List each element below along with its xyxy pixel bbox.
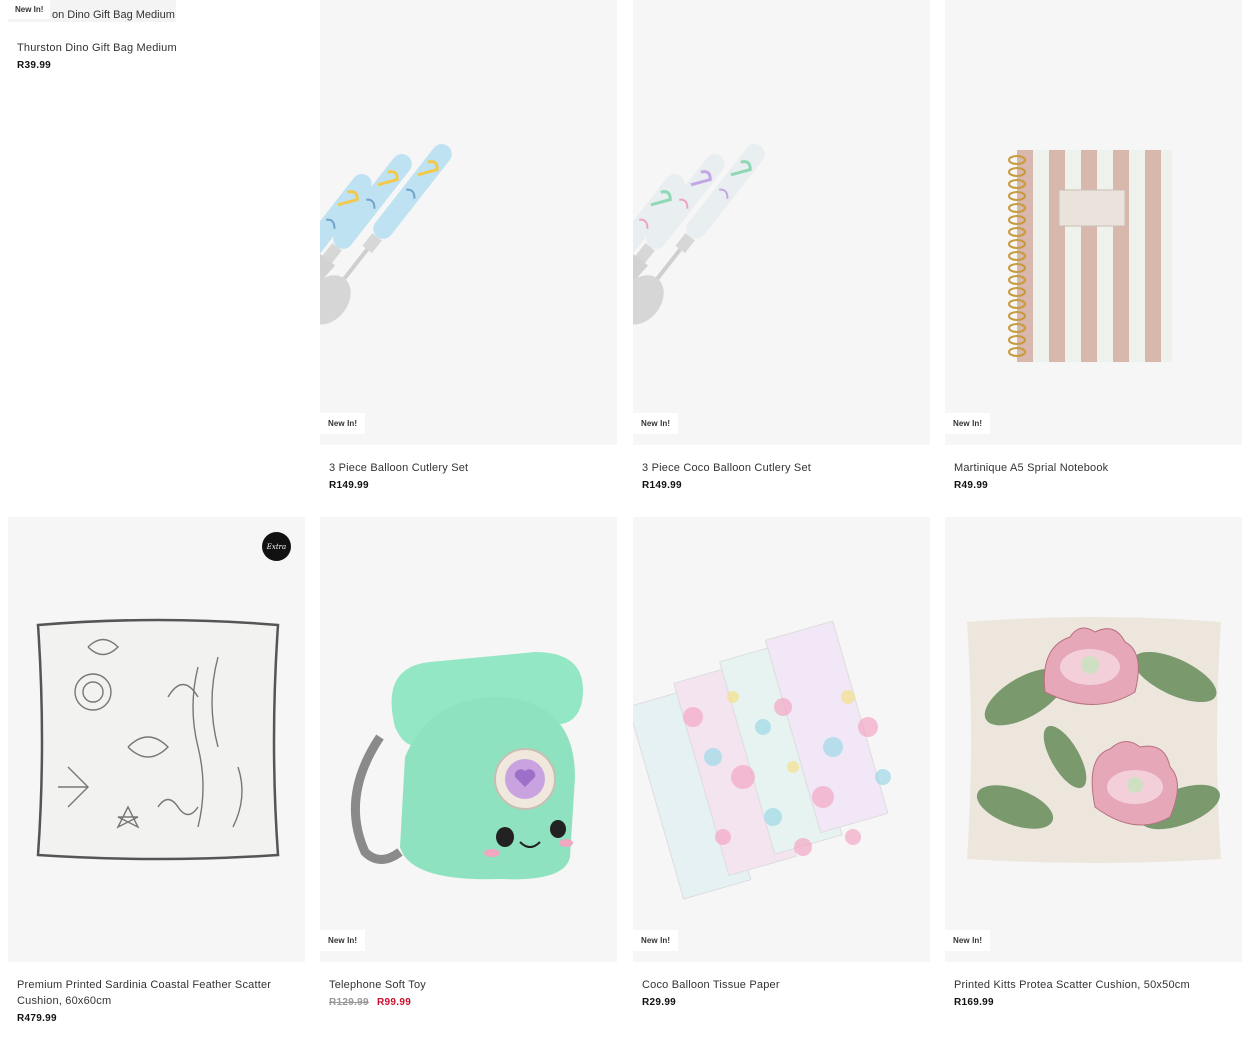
notebook-icon [1008, 150, 1172, 362]
product-title[interactable]: Thurston Dino Gift Bag Medium [17, 40, 297, 56]
new-in-badge: New In! [945, 930, 991, 951]
product-title[interactable]: 3 Piece Balloon Cutlery Set [329, 460, 609, 476]
telephone-toy-icon [350, 652, 584, 880]
product-image[interactable]: New In! [633, 517, 930, 962]
product-price: R29.99 [642, 997, 677, 1008]
product-image[interactable]: New In! [945, 517, 1242, 962]
protea-cushion-icon [967, 617, 1221, 863]
product-title[interactable]: Telephone Soft Toy [329, 977, 609, 993]
product-price: R149.99 [642, 480, 682, 491]
new-in-badge: New In! [945, 413, 991, 434]
new-in-badge: New In! [633, 930, 679, 951]
product-image[interactable]: New In! [320, 517, 617, 962]
new-in-badge: New In! [320, 930, 366, 951]
product-image[interactable]: New In! [945, 0, 1242, 445]
product-price: R49.99 [954, 480, 989, 491]
new-in-badge: New In! [320, 413, 366, 434]
sale-price: R99.99 [377, 997, 412, 1008]
product-image[interactable]: on Dino Gift Bag Medium New In! [8, 0, 176, 22]
product-price: R169.99 [954, 997, 994, 1008]
product-price-container: R129.99 R99.99 [329, 997, 609, 1008]
tissue-paper-icon [633, 620, 891, 900]
image-caption: on Dino Gift Bag Medium [52, 9, 175, 21]
product-price: R149.99 [329, 480, 369, 491]
product-title[interactable]: Coco Balloon Tissue Paper [642, 977, 922, 993]
cutlery-icon [633, 144, 765, 332]
product-title[interactable]: Martinique A5 Sprial Notebook [954, 460, 1234, 476]
product-price: R479.99 [17, 1013, 57, 1024]
extra-badge: Extra [262, 532, 291, 561]
product-image[interactable]: Extra [8, 517, 305, 962]
product-title[interactable]: 3 Piece Coco Balloon Cutlery Set [642, 460, 922, 476]
new-in-badge: New In! [8, 0, 51, 19]
original-price: R129.99 [329, 997, 369, 1008]
product-price: R39.99 [17, 60, 52, 71]
product-title[interactable]: Premium Printed Sardinia Coastal Feather… [17, 977, 297, 1009]
product-image[interactable]: New In! [633, 0, 930, 445]
cushion-icon [36, 618, 280, 861]
product-title[interactable]: Printed Kitts Protea Scatter Cushion, 50… [954, 977, 1234, 993]
new-in-badge: New In! [633, 413, 679, 434]
product-image[interactable]: New In! [320, 0, 617, 445]
cutlery-icon [320, 144, 452, 332]
